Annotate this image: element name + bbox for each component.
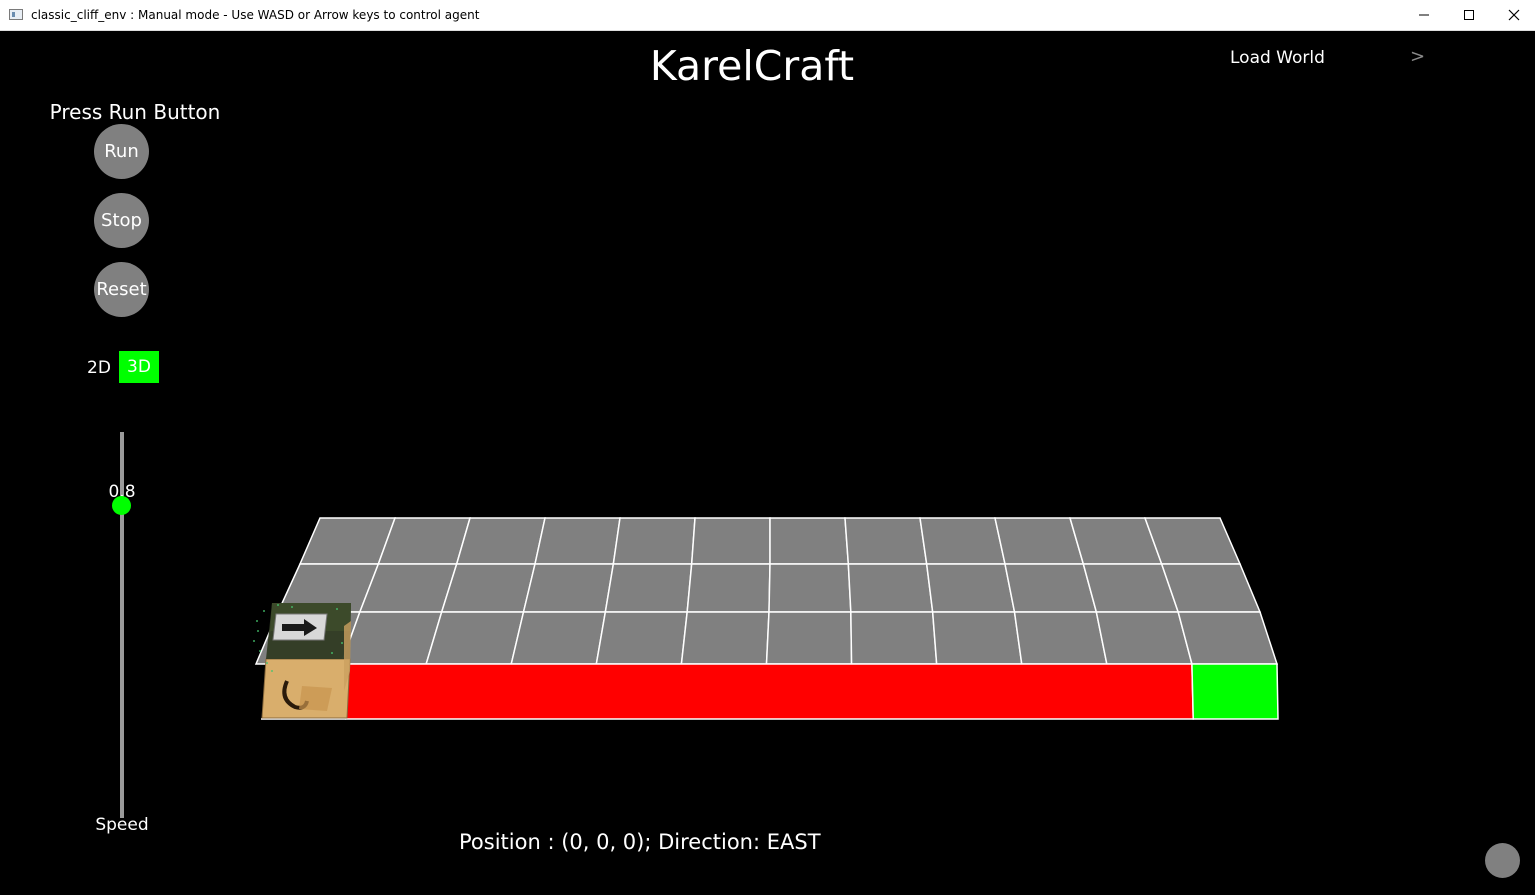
grid-tile (425, 611, 525, 665)
grid-tile (510, 611, 607, 665)
grid-tile (604, 563, 693, 613)
grid-tile (686, 563, 771, 613)
grid-tile (680, 611, 770, 665)
window-titlebar: classic_cliff_env : Manual mode - Use WA… (0, 0, 1535, 31)
maximize-button[interactable] (1446, 0, 1492, 30)
goal-tile (1191, 663, 1279, 720)
grid-tile (455, 517, 546, 565)
grid-tile (690, 517, 771, 565)
close-button[interactable] (1491, 0, 1535, 30)
close-icon (1508, 9, 1520, 21)
grid-tile (522, 563, 615, 613)
minimize-button[interactable] (1401, 0, 1447, 30)
grid-tile (925, 563, 1016, 613)
cliff-strip (340, 663, 1195, 720)
minimize-icon (1419, 14, 1429, 16)
grid-tile (850, 611, 938, 665)
position-readout: Position : (0, 0, 0); Direction: EAST (459, 830, 821, 854)
grid-tile (847, 563, 934, 613)
grid-tile (1177, 611, 1279, 665)
grid-tile (1013, 611, 1108, 665)
window-title: classic_cliff_env : Manual mode - Use WA… (31, 8, 480, 22)
grid-tile (1095, 611, 1193, 665)
grid-tile (377, 517, 471, 565)
app-canvas: KarelCraft Load World > Press Run Button… (2, 31, 1533, 893)
grid-tile (595, 611, 689, 665)
grid-tile (1160, 563, 1262, 613)
app-window-icon (9, 9, 23, 20)
karel-agent (253, 603, 351, 719)
grid-tile (844, 517, 928, 565)
grid-tile (534, 517, 621, 565)
grid-tile (1004, 563, 1098, 613)
grid-tile (440, 563, 536, 613)
grid-tile (931, 611, 1023, 665)
grid-tile (769, 517, 850, 565)
world-grid (253, 517, 1279, 720)
grid-tile (612, 517, 696, 565)
grid-tile (768, 563, 852, 613)
grid-tile (994, 517, 1085, 565)
corner-button[interactable] (1485, 843, 1520, 878)
grid-tile (1143, 517, 1242, 565)
grid-tile (919, 517, 1006, 565)
maximize-icon (1464, 10, 1474, 20)
grid-tile (765, 611, 853, 665)
